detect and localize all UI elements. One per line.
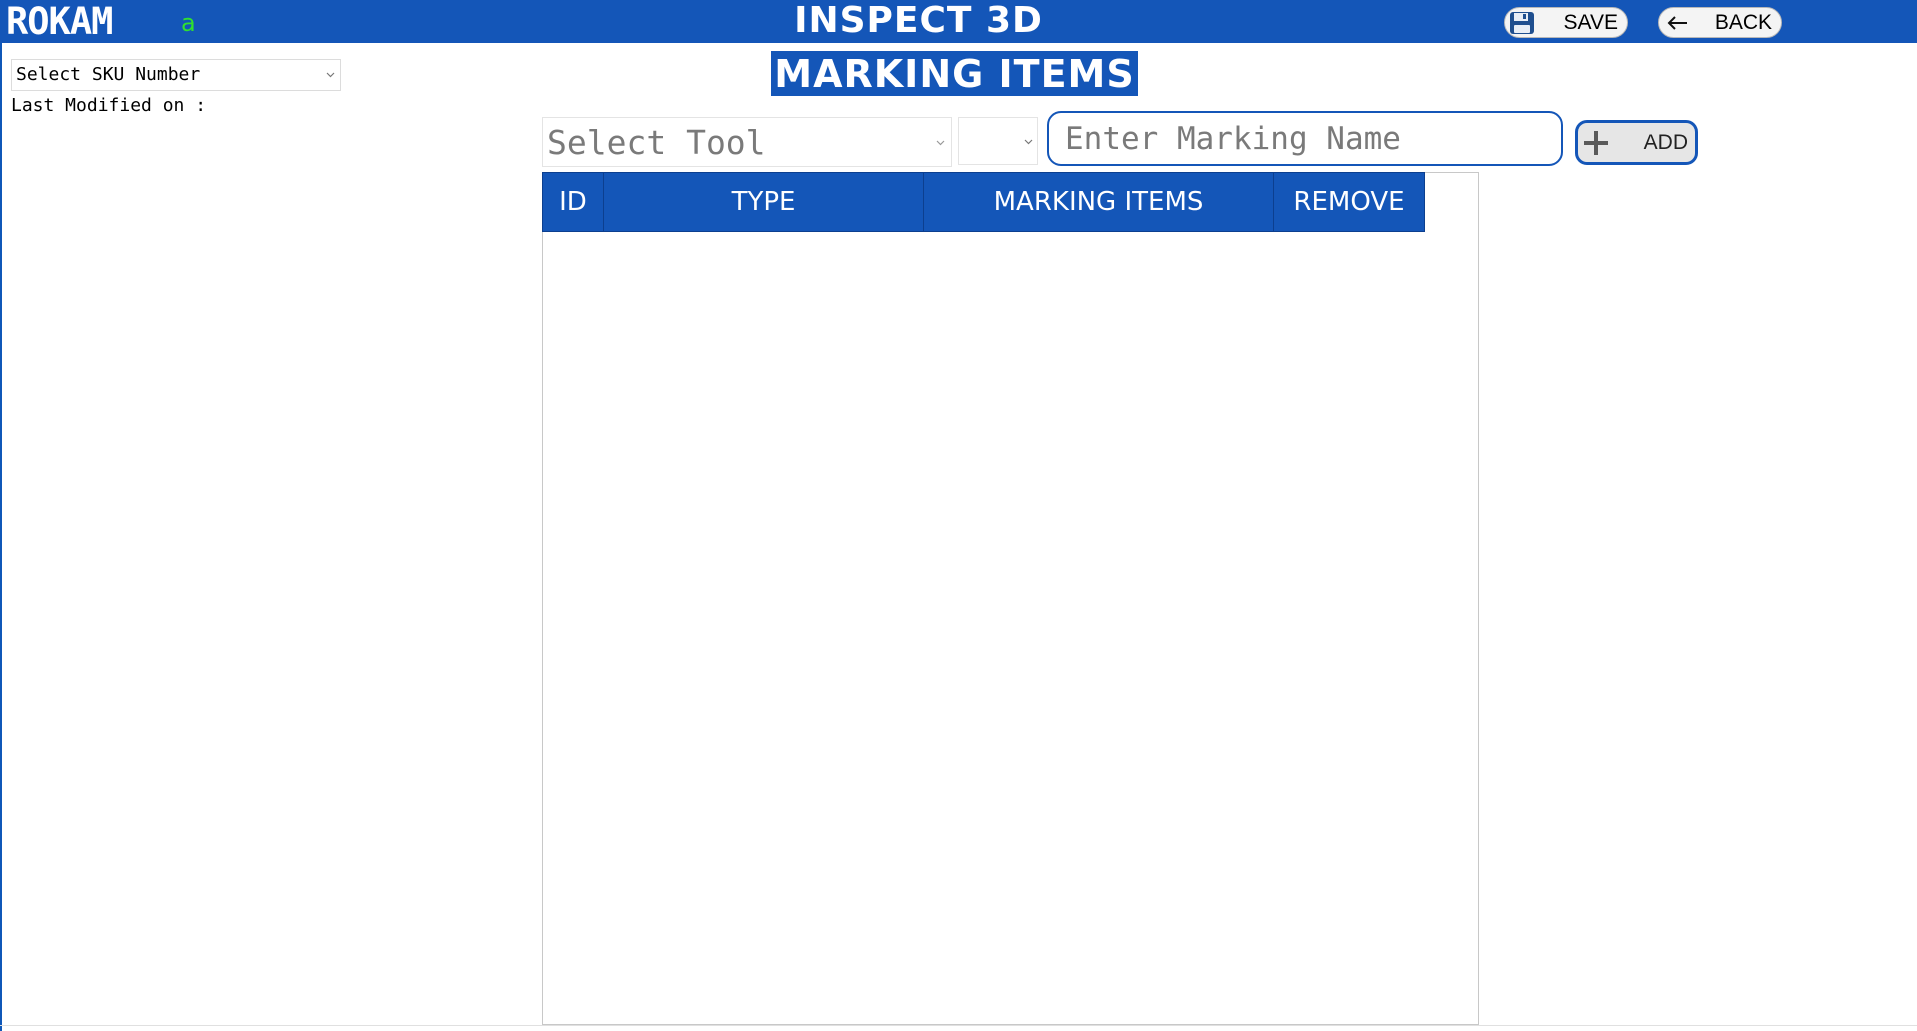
marking-items-table <box>542 172 1479 1025</box>
app-window: ROKAM a INSPECT 3D SAVE BACK Select SKU … <box>0 0 1917 1031</box>
marking-name-input[interactable] <box>1047 111 1563 166</box>
column-header-remove: REMOVE <box>1293 187 1405 217</box>
header-bar: ROKAM a INSPECT 3D SAVE BACK <box>0 0 1917 43</box>
save-button[interactable]: SAVE <box>1504 7 1628 38</box>
tool-option-select[interactable] <box>958 117 1038 165</box>
section-title: MARKING ITEMS <box>771 51 1138 96</box>
save-button-label: SAVE <box>1563 11 1618 34</box>
floppy-disk-icon <box>1509 11 1535 39</box>
table-header: ID TYPE MARKING ITEMS REMOVE <box>542 172 1425 232</box>
back-button[interactable]: BACK <box>1658 7 1782 38</box>
tool-select-value: Select Tool <box>547 123 766 162</box>
last-modified-label: Last Modified on : <box>11 95 207 116</box>
plus-icon <box>1581 128 1611 162</box>
sku-number-select[interactable]: Select SKU Number <box>11 59 341 91</box>
chevron-down-icon <box>936 140 945 146</box>
last-modified: Last Modified on : <box>11 93 217 119</box>
chevron-down-icon <box>1024 139 1033 145</box>
sku-select-value: Select SKU Number <box>16 64 201 85</box>
arrow-left-icon <box>1667 15 1689 35</box>
column-header-id: ID <box>543 173 604 231</box>
column-header-marking-items: MARKING ITEMS <box>924 173 1274 231</box>
chevron-down-icon <box>326 72 335 78</box>
left-border <box>0 43 2 1031</box>
bottom-divider <box>0 1025 1917 1026</box>
add-button[interactable]: ADD <box>1575 120 1698 165</box>
back-button-label: BACK <box>1714 11 1772 34</box>
column-header-type: TYPE <box>604 173 924 231</box>
tool-select[interactable]: Select Tool <box>542 117 952 167</box>
add-button-label: ADD <box>1643 131 1688 154</box>
